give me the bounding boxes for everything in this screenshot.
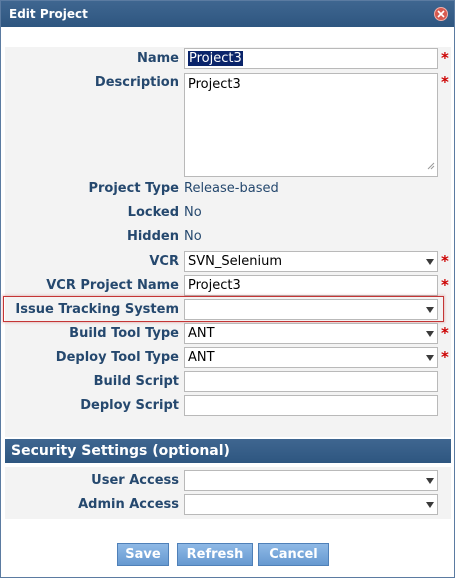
- vcr-label: VCR: [149, 254, 179, 269]
- locked-value: No: [184, 205, 202, 220]
- vcr-project-name-row: VCR Project Name Project3 *: [5, 274, 451, 298]
- required-indicator: *: [441, 252, 449, 270]
- deploy-script-row: Deploy Script: [5, 394, 451, 418]
- dialog-titlebar[interactable]: Edit Project: [1, 1, 454, 27]
- description-label: Description: [94, 75, 179, 90]
- vcr-select[interactable]: SVN_Selenium: [184, 251, 438, 272]
- close-icon[interactable]: [434, 7, 448, 21]
- project-type-row: Project Type Release-based: [5, 177, 451, 201]
- chevron-down-icon[interactable]: [426, 355, 434, 361]
- deploy-tool-type-value: ANT: [188, 350, 215, 365]
- hidden-row: Hidden No: [5, 225, 451, 249]
- required-indicator: *: [441, 348, 449, 366]
- build-tool-type-row: Build Tool Type ANT *: [5, 322, 451, 346]
- deploy-tool-type-label: Deploy Tool Type: [55, 350, 179, 365]
- name-input[interactable]: Project3: [184, 48, 438, 69]
- vcr-project-name-value: Project3: [188, 278, 241, 293]
- build-tool-type-select[interactable]: ANT: [184, 323, 438, 344]
- hidden-value: No: [184, 229, 202, 244]
- deploy-script-input[interactable]: [184, 395, 438, 416]
- user-access-select[interactable]: [184, 470, 438, 491]
- build-script-label: Build Script: [93, 374, 179, 389]
- required-indicator: *: [441, 276, 449, 294]
- name-label: Name: [136, 51, 179, 66]
- security-settings-title: Security Settings (optional): [11, 443, 230, 459]
- focus-highlight: [3, 296, 444, 322]
- required-indicator: *: [441, 49, 449, 67]
- build-script-input[interactable]: [184, 371, 438, 392]
- vcr-row: VCR SVN_Selenium *: [5, 250, 451, 274]
- required-indicator: *: [441, 324, 449, 342]
- resize-grip-icon[interactable]: [426, 159, 435, 174]
- edit-project-dialog: Edit Project Name Project3 * Description…: [0, 0, 455, 578]
- build-tool-type-label: Build Tool Type: [69, 326, 179, 341]
- project-type-value: Release-based: [184, 181, 279, 196]
- admin-access-select[interactable]: [184, 494, 438, 515]
- security-settings-header: Security Settings (optional): [5, 439, 451, 463]
- locked-row: Locked No: [5, 201, 451, 225]
- description-value: Project3: [188, 77, 241, 92]
- deploy-script-label: Deploy Script: [80, 398, 179, 413]
- save-button[interactable]: Save: [117, 543, 169, 566]
- admin-access-label: Admin Access: [78, 497, 179, 512]
- vcr-project-name-input[interactable]: Project3: [184, 275, 438, 296]
- vcr-project-name-label: VCR Project Name: [46, 278, 179, 293]
- dialog-title: Edit Project: [9, 7, 88, 21]
- admin-access-row: Admin Access: [5, 493, 451, 517]
- refresh-button[interactable]: Refresh: [177, 543, 253, 566]
- build-script-row: Build Script: [5, 370, 451, 394]
- description-textarea[interactable]: Project3: [184, 73, 438, 177]
- chevron-down-icon[interactable]: [426, 502, 434, 508]
- chevron-down-icon[interactable]: [426, 259, 434, 265]
- vcr-value: SVN_Selenium: [188, 254, 282, 269]
- name-row: Name Project3 *: [5, 47, 451, 71]
- user-access-label: User Access: [91, 473, 179, 488]
- hidden-label: Hidden: [126, 229, 179, 244]
- user-access-row: User Access: [5, 469, 451, 493]
- build-tool-type-value: ANT: [188, 326, 215, 341]
- required-indicator: *: [441, 73, 449, 91]
- locked-label: Locked: [127, 205, 179, 220]
- chevron-down-icon[interactable]: [426, 331, 434, 337]
- cancel-button[interactable]: Cancel: [258, 543, 329, 566]
- project-type-label: Project Type: [88, 181, 179, 196]
- name-value: Project3: [188, 51, 243, 66]
- deploy-tool-type-row: Deploy Tool Type ANT *: [5, 346, 451, 370]
- deploy-tool-type-select[interactable]: ANT: [184, 347, 438, 368]
- chevron-down-icon[interactable]: [426, 478, 434, 484]
